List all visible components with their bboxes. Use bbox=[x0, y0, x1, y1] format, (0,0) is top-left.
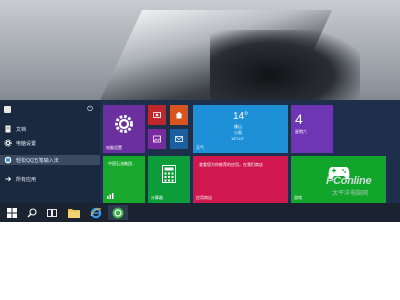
menu-item-label: 电脑设置 bbox=[16, 141, 37, 147]
tile-store[interactable]: 查看您为你推荐的应用，在我们商店 应用商店 bbox=[193, 156, 288, 203]
tile-label: 天气 bbox=[196, 145, 204, 150]
camera-icon bbox=[153, 112, 161, 118]
tile-calendar[interactable]: 4 星期六 bbox=[291, 105, 333, 153]
pinned-app-button[interactable] bbox=[108, 205, 128, 220]
menu-item-documents[interactable]: 文档 bbox=[4, 124, 96, 134]
tile-news-text: 中国石油集团... bbox=[108, 161, 136, 166]
user-row[interactable]: ⏻ bbox=[4, 106, 96, 116]
tile-store-text: 查看您为你推荐的应用，在我们商店 bbox=[199, 162, 263, 167]
gear-icon bbox=[4, 139, 12, 147]
tile-label: 电脑设置 bbox=[106, 145, 122, 150]
tile-label: 计算器 bbox=[151, 195, 163, 200]
watermark-main: PConline bbox=[326, 175, 372, 187]
tile-calculator[interactable]: 计算器 bbox=[148, 156, 190, 203]
mail-icon bbox=[175, 136, 183, 142]
power-icon[interactable]: ⏻ bbox=[86, 106, 94, 114]
ie-button[interactable] bbox=[86, 205, 106, 220]
tile-mail[interactable] bbox=[170, 129, 188, 149]
folder-icon bbox=[68, 209, 80, 218]
arrow-right-icon bbox=[5, 176, 12, 182]
qq-input-icon bbox=[4, 156, 12, 164]
tile-camera[interactable] bbox=[148, 105, 166, 125]
ie-icon bbox=[90, 207, 102, 219]
menu-item-qq-input[interactable]: 轻松QQ五笔输入法 bbox=[0, 155, 100, 165]
calendar-day-name: 星期六 bbox=[295, 129, 307, 134]
tile-news[interactable]: 中国石油集团... bbox=[103, 156, 145, 203]
chart-icon bbox=[107, 193, 114, 199]
start-icon bbox=[7, 208, 17, 218]
task-view-button[interactable] bbox=[42, 205, 62, 220]
app-icon bbox=[112, 207, 124, 219]
taskbar bbox=[0, 203, 400, 222]
wallpaper-dark bbox=[210, 30, 360, 105]
calendar-day-number: 4 bbox=[295, 111, 303, 127]
tile-label: 游戏 bbox=[294, 195, 302, 200]
search-icon bbox=[27, 208, 37, 218]
menu-item-pc-settings[interactable]: 电脑设置 bbox=[4, 138, 96, 148]
watermark-sub: 太平洋电脑网 bbox=[332, 191, 369, 197]
watermark-logo: PConline 太平洋电脑网 bbox=[318, 175, 398, 199]
menu-item-label: 轻松QQ五笔输入法 bbox=[16, 158, 59, 164]
task-view-icon bbox=[47, 209, 57, 217]
weather-range: 16°/13° bbox=[231, 136, 245, 141]
photo-icon bbox=[153, 135, 161, 143]
file-explorer-button[interactable] bbox=[64, 205, 84, 220]
tile-home[interactable] bbox=[170, 105, 188, 125]
document-icon bbox=[5, 125, 11, 133]
tile-pc-settings[interactable]: 电脑设置 bbox=[103, 105, 145, 153]
avatar[interactable] bbox=[4, 106, 11, 113]
menu-item-label: 文档 bbox=[16, 127, 27, 133]
start-menu-left-panel: ⏻ 文档 电脑设置 轻松QQ五笔输入法 所有应用 bbox=[0, 100, 100, 203]
menu-item-label: 所有应用 bbox=[16, 177, 37, 183]
tile-weather[interactable]: 14° 佛山 小雨 16°/13° 天气 bbox=[193, 105, 288, 153]
gear-icon bbox=[115, 115, 133, 133]
menu-item-all-apps[interactable]: 所有应用 bbox=[4, 174, 96, 184]
calculator-icon bbox=[162, 165, 176, 183]
tile-photos[interactable] bbox=[148, 129, 166, 149]
home-icon bbox=[175, 111, 183, 119]
tile-label: 应用商店 bbox=[196, 195, 212, 200]
search-button[interactable] bbox=[22, 205, 42, 220]
start-button[interactable] bbox=[2, 205, 22, 220]
weather-temperature: 14° bbox=[233, 111, 249, 122]
